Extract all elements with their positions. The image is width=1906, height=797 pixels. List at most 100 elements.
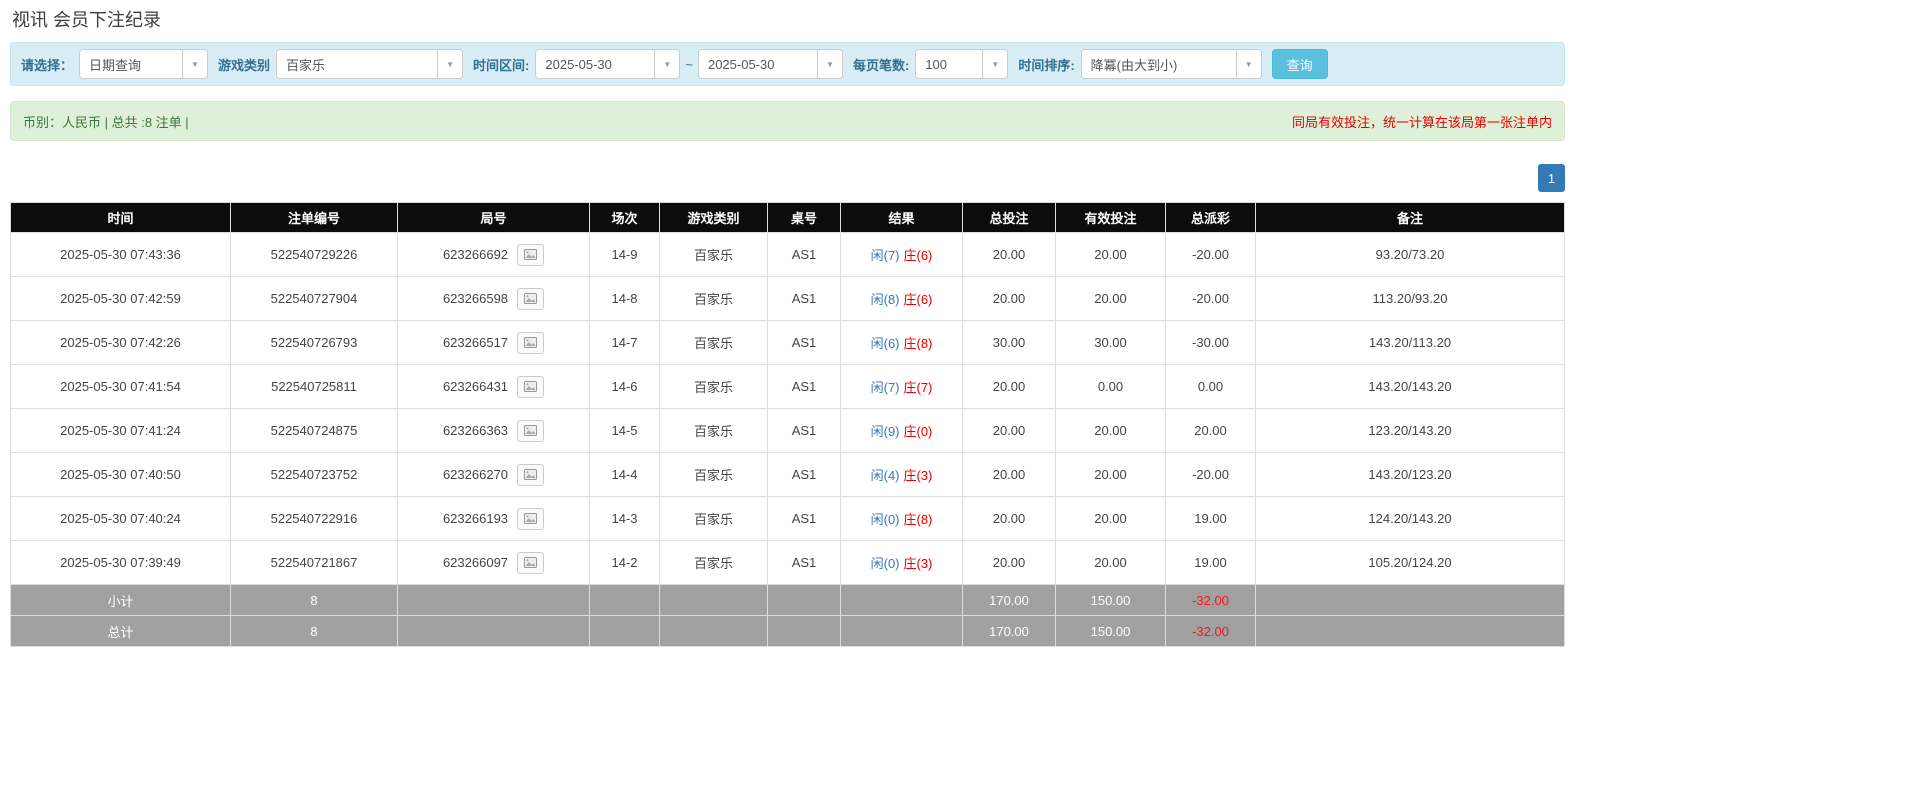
cell-total-bet: 20.00 <box>963 541 1056 585</box>
cell-remark: 123.20/143.20 <box>1256 409 1565 453</box>
footer-count: 8 <box>231 585 398 616</box>
bet-records-table: 时间注单编号局号场次游戏类别桌号结果总投注有效投注总派彩备注 2025-05-3… <box>10 202 1565 647</box>
cell-valid-bet: 0.00 <box>1056 365 1166 409</box>
pagination: 1 <box>10 164 1565 192</box>
round-image-button[interactable] <box>517 288 544 310</box>
cell-session: 14-6 <box>590 365 660 409</box>
date-range-label: 时间区间: <box>473 55 529 74</box>
table-row: 2025-05-30 07:41:54 522540725811 6232664… <box>11 365 1565 409</box>
date-from-input[interactable] <box>536 50 654 78</box>
table-body: 2025-05-30 07:43:36 522540729226 6232666… <box>11 233 1565 647</box>
footer-empty-cell <box>590 616 660 647</box>
round-image-button[interactable] <box>517 508 544 530</box>
footer-empty-cell <box>768 585 841 616</box>
footer-empty-cell <box>841 585 963 616</box>
chevron-down-icon[interactable]: ▼ <box>1236 50 1261 78</box>
round-number: 623266598 <box>443 291 508 306</box>
search-button[interactable]: 查询 <box>1272 49 1328 79</box>
page-size-input[interactable] <box>916 50 982 78</box>
cell-valid-bet: 20.00 <box>1056 541 1166 585</box>
result-player: 闲(0) <box>871 512 900 527</box>
cell-game-category: 百家乐 <box>660 321 768 365</box>
cell-valid-bet: 20.00 <box>1056 453 1166 497</box>
footer-total-bet: 170.00 <box>963 585 1056 616</box>
column-header-6: 结果 <box>841 203 963 233</box>
sort-order-input[interactable] <box>1082 50 1236 78</box>
cell-round: 623266598 <box>398 277 590 321</box>
chevron-down-icon[interactable]: ▼ <box>182 50 207 78</box>
cell-total-bet: 20.00 <box>963 233 1056 277</box>
footer-empty-cell <box>660 585 768 616</box>
cell-table-number: AS1 <box>768 409 841 453</box>
result-banker: 庄(8) <box>904 336 933 351</box>
footer-empty-cell <box>660 616 768 647</box>
column-header-9: 总派彩 <box>1166 203 1256 233</box>
cell-payout: -20.00 <box>1166 233 1256 277</box>
cell-remark: 113.20/93.20 <box>1256 277 1565 321</box>
cell-remark: 105.20/124.20 <box>1256 541 1565 585</box>
footer-empty-cell <box>590 585 660 616</box>
picture-icon <box>524 469 537 480</box>
picture-icon <box>524 337 537 348</box>
cell-remark: 143.20/123.20 <box>1256 453 1565 497</box>
cell-session: 14-8 <box>590 277 660 321</box>
date-to-input[interactable] <box>699 50 817 78</box>
picture-icon <box>524 513 537 524</box>
column-header-7: 总投注 <box>963 203 1056 233</box>
cell-time: 2025-05-30 07:39:49 <box>11 541 231 585</box>
cell-remark: 143.20/143.20 <box>1256 365 1565 409</box>
chevron-down-icon[interactable]: ▼ <box>982 50 1007 78</box>
footer-empty-cell <box>398 585 590 616</box>
cell-bet-id: 522540721867 <box>231 541 398 585</box>
round-number: 623266517 <box>443 335 508 350</box>
cell-payout: 19.00 <box>1166 541 1256 585</box>
round-image-button[interactable] <box>517 244 544 266</box>
cell-result: 闲(8)庄(6) <box>841 277 963 321</box>
result-banker: 庄(3) <box>904 556 933 571</box>
footer-label: 小计 <box>11 585 231 616</box>
cell-table-number: AS1 <box>768 321 841 365</box>
page-container: 视讯 会员下注纪录 请选择： ▼ 游戏类别 ▼ 时间区间: ▼ ~ ▼ 每页笔数… <box>10 6 1565 647</box>
cell-game-category: 百家乐 <box>660 541 768 585</box>
game-category-input[interactable] <box>277 50 437 78</box>
cell-total-bet: 20.00 <box>963 409 1056 453</box>
cell-total-bet: 20.00 <box>963 277 1056 321</box>
sort-order-select: ▼ <box>1081 49 1262 79</box>
round-image-button[interactable] <box>517 376 544 398</box>
table-row: 2025-05-30 07:43:36 522540729226 6232666… <box>11 233 1565 277</box>
select-label: 请选择： <box>21 55 73 74</box>
table-row: 2025-05-30 07:39:49 522540721867 6232660… <box>11 541 1565 585</box>
footer-label: 总计 <box>11 616 231 647</box>
cell-bet-id: 522540722916 <box>231 497 398 541</box>
cell-table-number: AS1 <box>768 497 841 541</box>
cell-time: 2025-05-30 07:42:26 <box>11 321 231 365</box>
cell-result: 闲(4)庄(3) <box>841 453 963 497</box>
footer-valid-bet: 150.00 <box>1056 616 1166 647</box>
page-size-label: 每页笔数: <box>853 55 909 74</box>
round-image-button[interactable] <box>517 552 544 574</box>
footer-empty-cell <box>1256 616 1565 647</box>
chevron-down-icon[interactable]: ▼ <box>437 50 462 78</box>
cell-session: 14-2 <box>590 541 660 585</box>
summary-bar: 币别：人民币 | 总共 :8 注单 | 同局有效投注，统一计算在该局第一张注单内 <box>10 101 1565 141</box>
cell-session: 14-3 <box>590 497 660 541</box>
result-banker: 庄(3) <box>904 468 933 483</box>
result-banker: 庄(6) <box>904 248 933 263</box>
cell-round: 623266692 <box>398 233 590 277</box>
sort-order-label: 时间排序: <box>1018 55 1074 74</box>
cell-valid-bet: 20.00 <box>1056 233 1166 277</box>
page-button-1[interactable]: 1 <box>1538 164 1565 192</box>
round-image-button[interactable] <box>517 420 544 442</box>
result-player: 闲(7) <box>871 380 900 395</box>
column-header-5: 桌号 <box>768 203 841 233</box>
chevron-down-icon[interactable]: ▼ <box>654 50 679 78</box>
chevron-down-icon[interactable]: ▼ <box>817 50 842 78</box>
cell-result: 闲(0)庄(8) <box>841 497 963 541</box>
footer-payout: -32.00 <box>1166 585 1256 616</box>
query-type-input[interactable] <box>80 50 182 78</box>
round-image-button[interactable] <box>517 464 544 486</box>
footer-empty-cell <box>1256 585 1565 616</box>
cell-payout: -20.00 <box>1166 277 1256 321</box>
round-image-button[interactable] <box>517 332 544 354</box>
game-category-label: 游戏类别 <box>218 55 270 74</box>
